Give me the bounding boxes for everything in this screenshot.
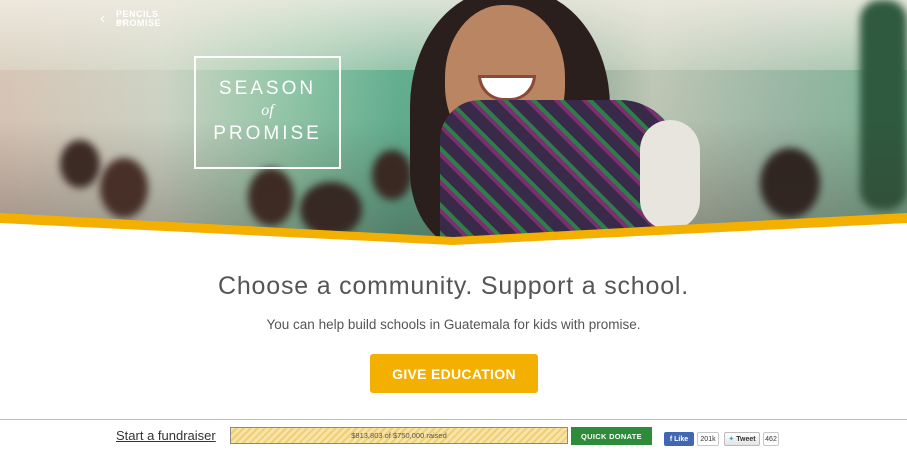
fundraising-progress-text: $813,803 of $750,000 raised bbox=[351, 431, 447, 440]
tweet-count: 462 bbox=[763, 432, 779, 446]
tweet-label: Tweet bbox=[736, 435, 756, 443]
fundraising-progress-bar: $813,803 of $750,000 raised bbox=[230, 427, 568, 444]
campaign-title-box: SEASON of PROMISE bbox=[194, 56, 341, 169]
start-fundraiser-link[interactable]: Start a fundraiser bbox=[116, 428, 216, 443]
campaign-title-word3: PROMISE bbox=[213, 123, 322, 144]
twitter-bird-icon: ✦ bbox=[728, 436, 735, 443]
tweet-button[interactable]: ✦ Tweet bbox=[724, 432, 760, 446]
page-headline: Choose a community. Support a school. bbox=[217, 272, 690, 300]
facebook-like-count: 201k bbox=[697, 432, 719, 446]
logo-line-2: PROMISE bbox=[116, 18, 162, 28]
pencils-of-promise-logo[interactable]: ‹ PENCILS of PROMISE bbox=[100, 8, 170, 30]
campaign-title-word1: SEASON bbox=[218, 78, 317, 99]
donation-footer-bar: Start a fundraiser $813,803 of $750,000 … bbox=[0, 419, 907, 450]
page-subheadline: You can help build schools in Guatemala … bbox=[266, 317, 641, 332]
chevron-left-icon: ‹ bbox=[100, 10, 106, 27]
facebook-like-label: Like bbox=[674, 435, 689, 443]
give-education-button[interactable]: GIVE EDUCATION bbox=[370, 354, 538, 393]
campaign-title-word2: of bbox=[261, 102, 274, 119]
facebook-like-button[interactable]: f Like bbox=[664, 432, 694, 446]
quick-donate-button[interactable]: QUICK DONATE bbox=[571, 427, 652, 445]
hero-bottom-chevron bbox=[0, 213, 907, 250]
facebook-icon: f bbox=[669, 435, 673, 443]
